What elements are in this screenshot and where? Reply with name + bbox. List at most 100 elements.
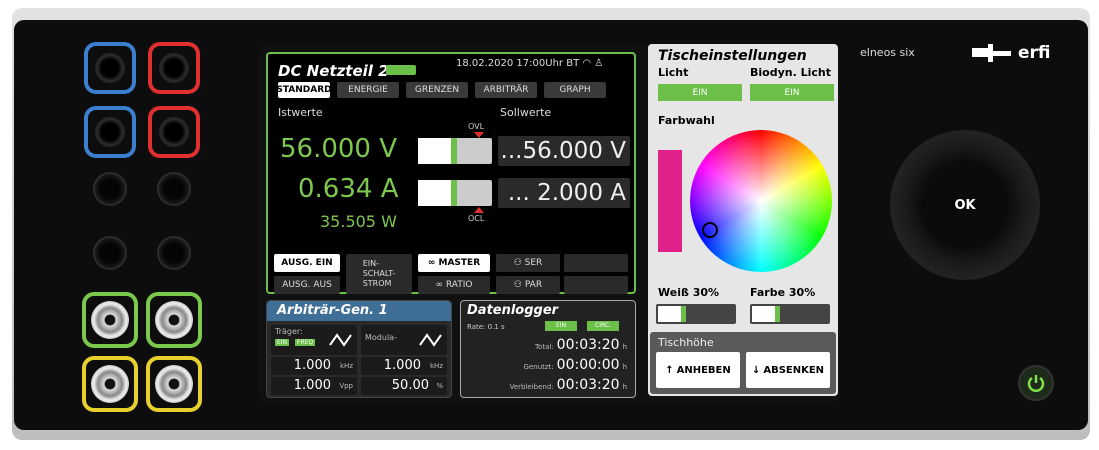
color-wheel[interactable] [690,130,832,272]
color-wheel-picker[interactable] [702,222,718,238]
table-height-label: Tischhöhe [658,336,714,349]
color-choice-label: Farbwahl [658,114,715,127]
logger-used-row: Genutzt: 00:00:00 h [524,357,627,373]
white-level-slider[interactable] [656,304,736,324]
amplitude-field[interactable]: 1.000 Vpp [271,377,357,395]
wifi-icon: ◠ [582,58,592,69]
raise-label: ANHEBEN [676,364,731,376]
frequency-1-unit: kHz [340,362,353,370]
selected-color-swatch [658,150,682,252]
socket-red-2[interactable] [148,106,200,158]
datetime: 18.02.2020 17:00Uhr [456,58,564,69]
carrier-box[interactable]: Träger: EIN FREQ [271,325,357,355]
total-label: Total: [534,343,554,351]
logger-on-tag[interactable]: EIN [545,321,577,331]
current-slider[interactable] [418,180,492,206]
socket-blue-2[interactable] [84,106,136,158]
table-settings-panel: Tischeinstellungen Licht Biodyn. Licht E… [648,44,838,396]
ocl-label: OCL [468,214,485,223]
white-slider-thumb[interactable] [681,306,686,322]
logger-remaining-row: Verbleibend: 00:03:20 h [510,377,627,393]
frequency-1-value: 1.000 [293,358,331,373]
current-slider-thumb[interactable] [451,180,457,206]
bnc-yellow-2[interactable] [146,356,202,412]
socket-blue-1[interactable] [84,42,136,94]
color-level-label: Farbe 30% [750,286,816,299]
arb-title: Arbiträr-Gen. 1 [267,301,451,321]
arrow-up-icon: ↑ [665,364,674,376]
used-value: 00:00:00 [556,357,620,373]
power-actual: 35.505 W [320,212,397,231]
voltage-setpoint[interactable]: ...56.000 V [498,136,630,166]
amplitude-unit: Vpp [339,382,353,390]
frequency-2-field[interactable]: 1.000 kHz [361,357,447,375]
socket-plain-4[interactable] [157,236,191,270]
voltage-slider[interactable] [418,138,492,164]
bt-label: BT [566,58,580,69]
socket-plain-3[interactable] [93,236,127,270]
socket-plain-1[interactable] [93,172,127,206]
master-button[interactable]: ∞ MASTER [418,254,490,272]
bnc-green-1[interactable] [82,292,138,348]
socket-red-1[interactable] [148,42,200,94]
arrow-down-icon: ↓ [751,364,761,376]
tab-arbitraer[interactable]: ARBITRÄR [475,82,537,98]
switch-current-button[interactable]: EIN- SCHALT- STROM [346,254,412,294]
output-on-button[interactable]: AUSG. EIN [274,254,340,272]
light-toggle[interactable]: EIN [658,84,742,101]
user-icon: ♙ [594,58,604,69]
ser-icon: ⚇ [513,258,525,268]
master-label: MASTER [438,258,481,268]
blank-button-1[interactable] [564,254,628,272]
ser-button[interactable]: ⚇ SER [496,254,560,272]
duty-unit: % [436,382,443,390]
frequency-1-field[interactable]: 1.000 kHz [271,357,357,375]
sine-wave-icon [329,333,352,347]
par-button[interactable]: ⚇ PAR [496,276,560,294]
current-setpoint[interactable]: ... 2.000 A [498,178,630,208]
amplitude-value: 1.000 [293,378,331,393]
output-off-button[interactable]: AUSG. AUS [274,276,340,294]
light-label: Licht [658,66,689,79]
color-level-slider[interactable] [750,304,830,324]
tab-energie[interactable]: ENERGIE [337,82,399,98]
total-unit: h [622,343,627,351]
biodyn-light-toggle[interactable]: EIN [750,84,834,101]
sine-wave-icon [419,333,442,347]
duty-field[interactable]: 50.00 % [361,377,447,395]
ok-label: OK [954,197,976,213]
socket-plain-2[interactable] [157,172,191,206]
bnc-green-2[interactable] [146,292,202,348]
ovl-label: OVL [468,122,485,131]
carrier-label: Träger: [275,327,303,336]
remaining-label: Verbleibend: [509,383,554,391]
lower-button[interactable]: ↓ ABSENKEN [746,352,830,388]
modulation-box[interactable]: Modula- [361,325,447,355]
tab-graph[interactable]: GRAPH [544,82,606,98]
ratio-label: RATIO [445,280,473,290]
carrier-tag-on: EIN [275,339,290,346]
raise-button[interactable]: ↑ ANHEBEN [656,352,740,388]
tab-grenzen[interactable]: GRENZEN [406,82,468,98]
voltage-actual: 56.000 V [280,134,398,164]
table-height-box: Tischhöhe ↑ ANHEBEN ↓ ABSENKEN [650,332,836,394]
current-actual: 0.634 A [298,174,399,204]
dc-status-bar [386,65,416,75]
control-knob[interactable]: OK [890,130,1040,280]
logger-total-row: Total: 00:03:20 h [535,337,627,353]
color-slider-thumb[interactable] [775,306,780,322]
total-value: 00:03:20 [556,337,620,353]
ratio-button[interactable]: ∞ RATIO [418,276,490,294]
logger-circ-tag[interactable]: CIRC. [587,321,619,331]
blank-button-2[interactable] [564,276,628,294]
datalogger-panel: Datenlogger Rate: 0.1 s EIN CIRC. Total:… [460,300,636,398]
power-button[interactable] [1018,365,1054,401]
dc-title: DC Netzteil 2 [278,62,389,80]
par-label: PAR [524,280,543,290]
logger-rate: Rate: 0.1 s [467,323,505,331]
voltage-slider-thumb[interactable] [451,138,457,164]
tab-standard[interactable]: STANDARD [276,82,332,98]
modulation-label: Modula- [365,333,397,342]
dc-supply-panel: DC Netzteil 2 18.02.2020 17:00Uhr BT ◠ ♙… [266,52,636,294]
bnc-yellow-1[interactable] [82,356,138,412]
